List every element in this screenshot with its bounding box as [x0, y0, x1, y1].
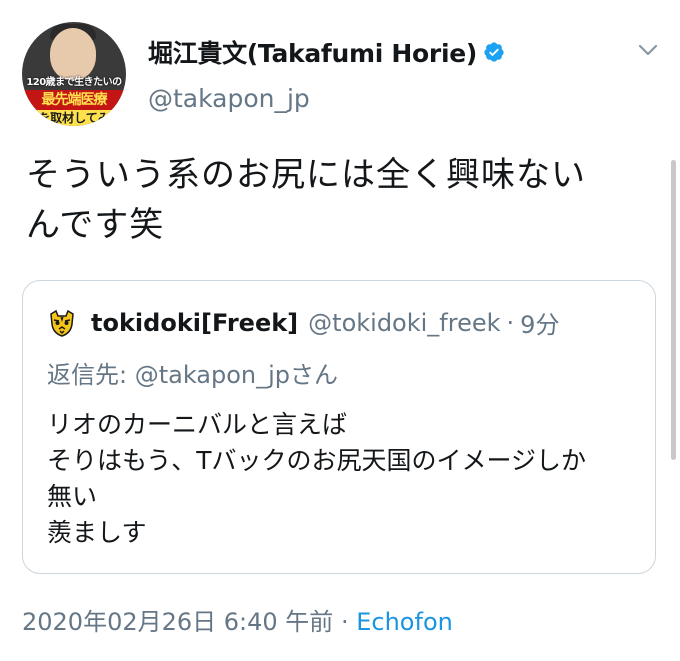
quoted-reply-to: 返信先: @takapon_jpさん — [47, 361, 339, 389]
quoted-tweet-text: リオのカーニバルと言えば そりはもう、Tバックのお尻天国のイメージしか 無い 羨… — [47, 407, 647, 551]
quoted-tweet-header: tokidoki[Freek] @tokidoki_freek · 9分 — [47, 305, 559, 340]
tweet-card: 120歳まで生きたいので、 最先端医療 を取材してみ 堀江貴文(Takafumi… — [0, 0, 680, 661]
quoted-time[interactable]: 9分 — [520, 305, 559, 340]
avatar-banner-line3: を取材してみ — [22, 110, 126, 126]
quoted-handle[interactable]: @tokidoki_freek — [308, 309, 500, 337]
tweet-source-link[interactable]: Echofon — [356, 608, 453, 636]
verified-badge-icon — [484, 42, 504, 62]
author-avatar[interactable]: 120歳まで生きたいので、 最先端医療 を取材してみ — [22, 22, 126, 126]
author-name-row: 堀江貴文(Takafumi Horie) — [148, 34, 505, 70]
tweet-text: そういう系のお尻には全く興味ない んです笑 — [26, 150, 666, 250]
quoted-separator: · — [506, 308, 515, 337]
avatar-banner-line1: 120歳まで生きたいので、 — [26, 77, 122, 102]
quoted-text-line: リオのカーニバルと言えば — [47, 410, 348, 439]
scrollbar[interactable] — [671, 160, 676, 460]
tiger-face-icon[interactable] — [47, 308, 77, 338]
quoted-text-line: 無い — [47, 482, 98, 511]
avatar-banner-line2: 最先端医療 — [22, 90, 126, 110]
meta-separator: · — [340, 608, 349, 636]
author-handle[interactable]: @takapon_jp — [148, 84, 310, 113]
quoted-tweet[interactable]: tokidoki[Freek] @tokidoki_freek · 9分 返信先… — [22, 280, 656, 574]
tweet-text-line: そういう系のお尻には全く興味ない — [26, 155, 586, 195]
avatar-face — [50, 28, 96, 80]
quoted-text-line: 羨ましす — [47, 518, 147, 547]
tweet-meta: 2020年02月26日 6:40 午前 · Echofon — [22, 602, 453, 637]
author-display-name[interactable]: 堀江貴文(Takafumi Horie) — [148, 34, 477, 70]
quoted-display-name[interactable]: tokidoki[Freek] — [91, 309, 298, 337]
tweet-text-line: んです笑 — [26, 205, 165, 245]
chevron-down-icon[interactable] — [636, 38, 660, 62]
tweet-timestamp[interactable]: 2020年02月26日 6:40 午前 — [22, 608, 333, 636]
quoted-text-line: そりはもう、Tバックのお尻天国のイメージしか — [47, 446, 587, 475]
